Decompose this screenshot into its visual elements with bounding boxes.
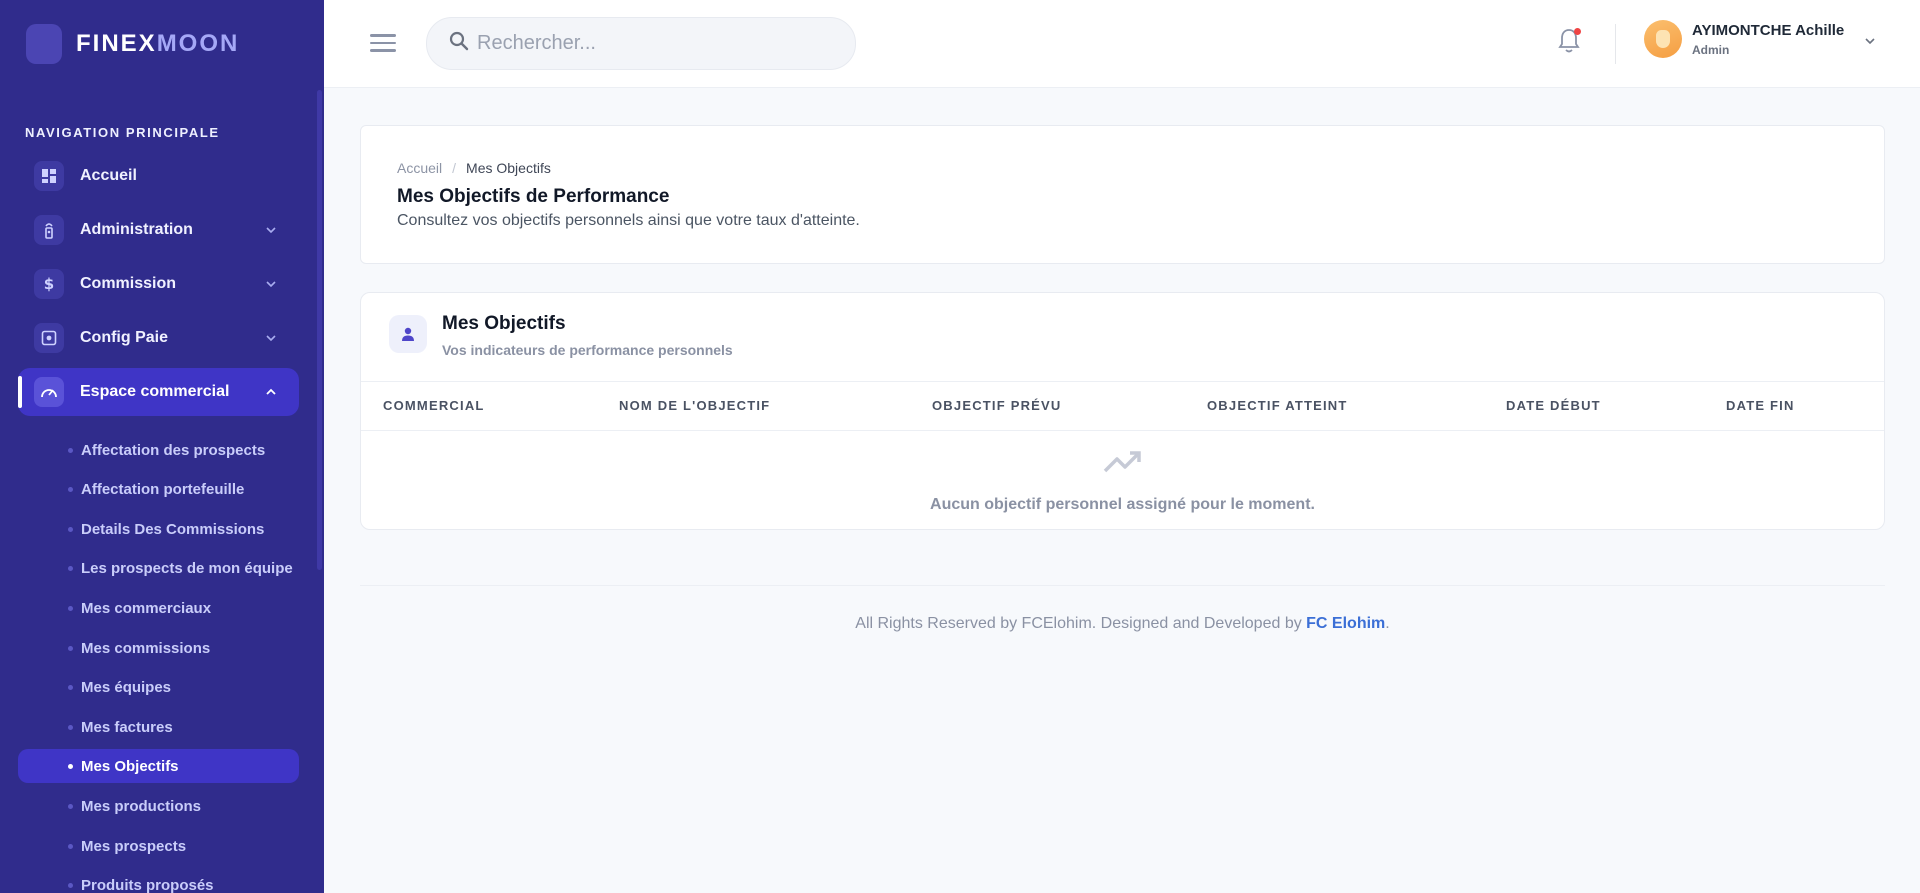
header-divider [1615,24,1616,64]
footer: All Rights Reserved by FCElohim. Designe… [360,615,1885,633]
bullet-icon [68,447,73,453]
tower-icon [34,215,64,245]
brand-name: FINEXMOON [76,30,240,57]
table-header: COMMERCIAL NOM DE L'OBJECTIF OBJECTIF PR… [361,381,1884,431]
user-name: AYIMONTCHE Achille [1692,21,1845,39]
top-header: AYIMONTCHE Achille Admin [324,0,1920,88]
empty-state-message: Aucun objectif personnel assigné pour le… [930,496,1315,513]
breadcrumb-home-link[interactable]: Accueil [397,160,442,176]
chevron-down-icon [1864,32,1876,50]
submenu-item-label: Details Des Commissions [81,520,265,538]
submenu-item-label: Mes équipes [81,678,172,696]
dashboard-icon [34,161,64,191]
notification-dot [1574,28,1581,35]
sidebar-item-espace-commercial[interactable]: Espace commercial [18,368,299,416]
submenu-item[interactable]: Les prospects de mon équipe [18,551,299,585]
dollar-icon: $ [34,269,64,299]
submenu-item-label: Affectation des prospects [81,441,266,459]
submenu-item[interactable]: Mes factures [18,710,299,744]
submenu-item-label: Mes prospects [81,837,187,855]
page-title: Mes Objectifs de Performance [397,186,670,207]
svg-text:$: $ [44,275,54,293]
footer-text: All Rights Reserved by FCElohim. Designe… [855,615,1307,632]
bullet-icon [68,843,73,849]
submenu-item[interactable]: Mes commissions [18,631,299,665]
footer-link[interactable]: FC Elohim [1306,615,1385,632]
column-header[interactable]: COMMERCIAL [383,398,485,413]
moon-icon [26,24,62,64]
chevron-up-icon [261,388,281,396]
breadcrumb: Accueil / Mes Objectifs [397,160,551,176]
sidebar-item-label: Accueil [80,167,137,184]
speedometer-icon [34,377,64,407]
breadcrumb-current: Mes Objectifs [466,160,551,176]
submenu-item-label: Affectation portefeuille [81,480,245,498]
sidebar-item-administration[interactable]: Administration [18,206,299,254]
bullet-icon [68,684,73,690]
sidebar-scrollbar[interactable] [317,90,322,570]
search-box[interactable] [426,17,856,70]
bullet-icon [68,486,73,492]
submenu-item-active[interactable]: Mes Objectifs [18,749,299,783]
sidebar-item-commission[interactable]: $ Commission [18,260,299,308]
submenu-item[interactable]: Details Des Commissions [18,512,299,546]
column-header[interactable]: DATE FIN [1726,398,1795,413]
bullet-icon [68,803,73,809]
notification-bell-icon[interactable] [1555,26,1583,56]
hamburger-menu-icon[interactable] [370,30,396,56]
submenu-item[interactable]: Mes commerciaux [18,591,299,625]
column-header[interactable]: NOM DE L'OBJECTIF [619,398,770,413]
sidebar-item-label: Commission [80,275,177,292]
user-menu[interactable]: AYIMONTCHE Achille Admin [1644,20,1876,58]
submenu-item-label: Mes Objectifs [81,757,179,775]
submenu-item-label: Les prospects de mon équipe [81,559,293,577]
page-subtitle: Consultez vos objectifs personnels ainsi… [397,212,860,229]
sidebar: FINEXMOON NAVIGATION PRINCIPALE Accueil … [0,0,324,893]
bullet-icon [68,526,73,532]
chevron-down-icon [261,280,281,288]
objectives-subtitle: Vos indicateurs de performance personnel… [442,342,733,358]
footer-end: . [1385,615,1390,632]
submenu-item[interactable]: Mes équipes [18,670,299,704]
chevron-down-icon [261,226,281,234]
objectives-card: Mes Objectifs Vos indicateurs de perform… [360,292,1885,530]
search-input[interactable] [477,32,837,55]
sidebar-item-accueil[interactable]: Accueil [18,152,299,200]
page-header-card: Accueil / Mes Objectifs Mes Objectifs de… [360,125,1885,264]
bullet-icon [68,645,73,651]
sidebar-item-label: Administration [80,221,193,238]
submenu-item[interactable]: Produits proposés [18,868,299,893]
settings-box-icon [34,323,64,353]
submenu-item[interactable]: Affectation des prospects [18,433,299,467]
sidebar-item-config-paie[interactable]: Config Paie [18,314,299,362]
column-header[interactable]: DATE DÉBUT [1506,398,1601,413]
search-icon [449,31,469,56]
submenu-item-label: Mes factures [81,718,173,736]
trending-up-icon [1103,449,1143,480]
bullet-icon [68,882,73,888]
brand-logo[interactable]: FINEXMOON [0,0,324,88]
column-header[interactable]: OBJECTIF PRÉVU [932,398,1061,413]
sidebar-item-label: Config Paie [80,329,169,346]
bullet-icon [68,724,73,730]
chevron-down-icon [261,334,281,342]
breadcrumb-separator: / [452,160,457,176]
submenu-item[interactable]: Affectation portefeuille [18,472,299,506]
sidebar-item-label: Espace commercial [80,383,230,400]
bullet-icon [68,565,73,571]
user-icon [389,315,427,353]
submenu-item-label: Mes productions [81,797,202,815]
objectives-title: Mes Objectifs [442,313,566,334]
bullet-icon [68,605,73,611]
submenu-item-label: Mes commissions [81,639,211,657]
column-header[interactable]: OBJECTIF ATTEINT [1207,398,1348,413]
submenu-item[interactable]: Mes productions [18,789,299,823]
avatar [1644,20,1682,58]
bullet-icon [68,763,73,769]
submenu-item-label: Produits proposés [81,876,214,893]
submenu-item-label: Mes commerciaux [81,599,212,617]
user-role: Admin [1692,42,1730,57]
submenu-item[interactable]: Mes prospects [18,829,299,863]
footer-divider [360,585,1885,586]
